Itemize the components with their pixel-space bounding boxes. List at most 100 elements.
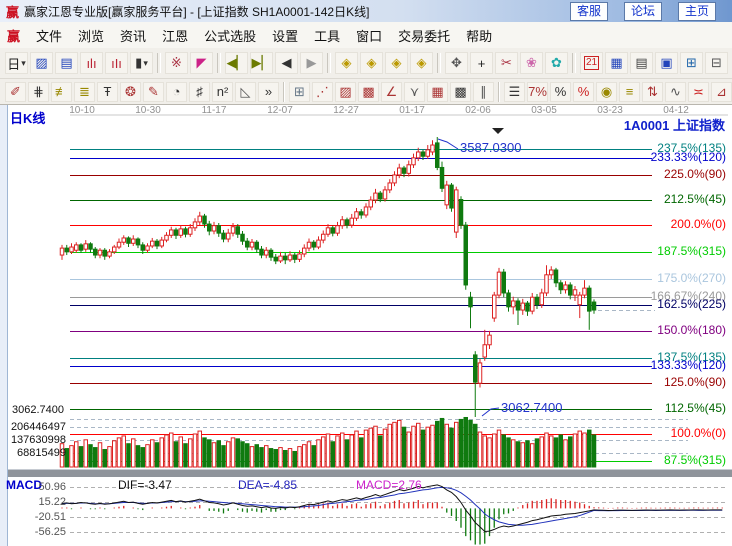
menu-item-tools[interactable]: 工具 [306, 23, 348, 48]
grip-tool-icon[interactable]: ※ [165, 52, 188, 74]
gold-circle-icon[interactable]: ◉ [596, 82, 617, 102]
cut-tool-icon[interactable]: ✂ [495, 52, 518, 74]
minute-3-icon-glyph: ılı [86, 56, 96, 71]
pane-divider[interactable] [8, 469, 732, 477]
pen-icon[interactable]: ✎ [143, 82, 164, 102]
menu-item-trade-entrust[interactable]: 交易委托 [390, 23, 458, 48]
wave-ruler-icon[interactable]: ∿ [665, 82, 686, 102]
zoom-in-icon-glyph: ◈ [392, 55, 402, 71]
zoom-out-icon[interactable]: ◈ [410, 52, 433, 74]
gann-label: 162.5%(225) [616, 297, 726, 311]
percent-icon[interactable]: % [550, 82, 571, 102]
draw-arrow-icon[interactable]: ✐ [5, 82, 26, 102]
notebook-icon[interactable]: ▤ [630, 52, 653, 74]
crosshair-icon-glyph: + [478, 56, 486, 71]
minute-9-icon[interactable]: ıIı [105, 52, 128, 74]
candle-style-icon[interactable]: 日▾ [5, 52, 28, 74]
zoom-right-icon[interactable]: ◈ [360, 52, 383, 74]
time-grid-icon[interactable]: ⋕ [28, 82, 49, 102]
percent-band-icon[interactable]: 7% [527, 82, 548, 102]
zoom-left-icon[interactable]: ◈ [335, 52, 358, 74]
v-lines-icon[interactable]: ⋎ [404, 82, 425, 102]
fan-angle-icon[interactable]: ∠ [381, 82, 402, 102]
workstation-icon[interactable]: ⊞ [680, 52, 703, 74]
step-next-icon[interactable]: ▶ [300, 52, 323, 74]
window-grid-icon[interactable]: ⊞ [289, 82, 310, 102]
menu-item-window[interactable]: 窗口 [348, 23, 390, 48]
date-tick: 05-0 [720, 105, 732, 116]
color-flag-icon[interactable]: ◤ [190, 52, 213, 74]
gold-split-1-icon[interactable]: ≢ [51, 82, 72, 102]
f-ruler-icon-glyph: Ŧ [104, 84, 112, 99]
f10-report-icon[interactable]: ▤ [55, 52, 78, 74]
measure-icon[interactable]: ⇅ [642, 82, 663, 102]
gold-bar-icon[interactable]: ≍ [688, 82, 709, 102]
window-grid-icon-glyph: ⊞ [294, 84, 305, 100]
menu-item-settings[interactable]: 设置 [264, 23, 306, 48]
gann-box2-icon-glyph: ▩ [362, 84, 374, 100]
grid-dark-icon[interactable]: ▩ [450, 82, 471, 102]
save-icon-glyph: ▣ [660, 55, 672, 71]
more-icon[interactable]: » [258, 82, 279, 102]
minute-3-icon[interactable]: ılı [80, 52, 103, 74]
color-flag-icon-glyph: ◤ [197, 55, 207, 71]
save-icon[interactable]: ▣ [655, 52, 678, 74]
gold-circle-icon-glyph: ◉ [601, 84, 612, 100]
f-ruler-icon[interactable]: Ŧ [97, 82, 118, 102]
comb-icon[interactable]: ♯ [189, 82, 210, 102]
calendar-21-icon[interactable]: 21 [580, 52, 603, 74]
region-overview-icon[interactable]: ▨ [30, 52, 53, 74]
spiral-icon[interactable]: ❂ [120, 82, 141, 102]
step-next-icon-glyph: ▶ [307, 55, 317, 71]
app-logo-icon: 赢 [6, 2, 19, 21]
candle-type-icon[interactable]: ▮▾ [130, 52, 153, 74]
gann-label: 225.0%(90) [616, 167, 726, 181]
cycle-clock-icon[interactable]: ◔ [166, 82, 187, 102]
n-squared-icon[interactable]: n² [212, 82, 233, 102]
printer-icon[interactable]: ⊟ [705, 52, 728, 74]
gold-split-2-icon[interactable]: ≣ [74, 82, 95, 102]
angle-ruler-icon[interactable]: ◺ [235, 82, 256, 102]
gann-box-icon[interactable]: ▨ [335, 82, 356, 102]
angle-j-icon[interactable]: ⊿ [711, 82, 732, 102]
gift-icon[interactable]: ❀ [520, 52, 543, 74]
menu-item-file[interactable]: 文件 [28, 23, 70, 48]
menu-item-help[interactable]: 帮助 [458, 23, 500, 48]
percent-red-icon[interactable]: % [573, 82, 594, 102]
date-tick: 01-17 [390, 105, 434, 116]
go-last-icon[interactable]: ▶▏ [250, 52, 273, 74]
menu-bar: 赢 文件浏览资讯江恩公式选股设置工具窗口交易委托帮助 [0, 22, 732, 49]
menu-item-news[interactable]: 资讯 [112, 23, 154, 48]
crosshair-icon[interactable]: + [470, 52, 493, 74]
home-button[interactable]: 主页 [678, 2, 716, 21]
low-price-label: 3062.7400 [501, 400, 562, 415]
window-title: 赢家江恩专业版[赢家服务平台] - [上证指数 SH1A0001-142日K线] [24, 3, 369, 20]
toolbar-separator [572, 53, 576, 73]
hand-tool-icon[interactable]: ✥ [445, 52, 468, 74]
pattern-icon[interactable]: ✿ [545, 52, 568, 74]
calculator-icon[interactable]: ▦ [605, 52, 628, 74]
zoom-right-icon-glyph: ◈ [367, 55, 377, 71]
go-first-icon[interactable]: ◀▏ [225, 52, 248, 74]
menu-item-formula-stock-pick[interactable]: 公式选股 [196, 23, 264, 48]
angle-j-icon-glyph: ⊿ [716, 84, 727, 100]
forum-button[interactable]: 论坛 [624, 2, 662, 21]
step-prev-icon[interactable]: ◀ [275, 52, 298, 74]
menu-item-browse[interactable]: 浏览 [70, 23, 112, 48]
menu-item-gann[interactable]: 江恩 [154, 23, 196, 48]
grid-red-icon[interactable]: ▦ [427, 82, 448, 102]
minute-9-icon-glyph: ıIı [111, 56, 122, 71]
zoom-in-icon[interactable]: ◈ [385, 52, 408, 74]
wave-ruler-icon-glyph: ∿ [670, 84, 681, 100]
gann-box2-icon[interactable]: ▩ [358, 82, 379, 102]
gann-label: 200.0%(0) [616, 217, 726, 231]
symbol-label: 1A0001 上证指数 [624, 115, 725, 134]
service-button[interactable]: 客服 [570, 2, 608, 21]
title-bar: 赢 赢家江恩专业版[赢家服务平台] - [上证指数 SH1A0001-142日K… [0, 0, 732, 23]
scale-list-icon[interactable]: ☰ [504, 82, 525, 102]
gold-lines-icon[interactable]: ≡ [619, 82, 640, 102]
dea-value-label: DEA=-4.85 [238, 478, 297, 492]
pane-label: 日K线 [10, 108, 45, 127]
parallel-lines-icon[interactable]: ∥ [473, 82, 494, 102]
fan-lines-icon[interactable]: ⋰ [312, 82, 333, 102]
